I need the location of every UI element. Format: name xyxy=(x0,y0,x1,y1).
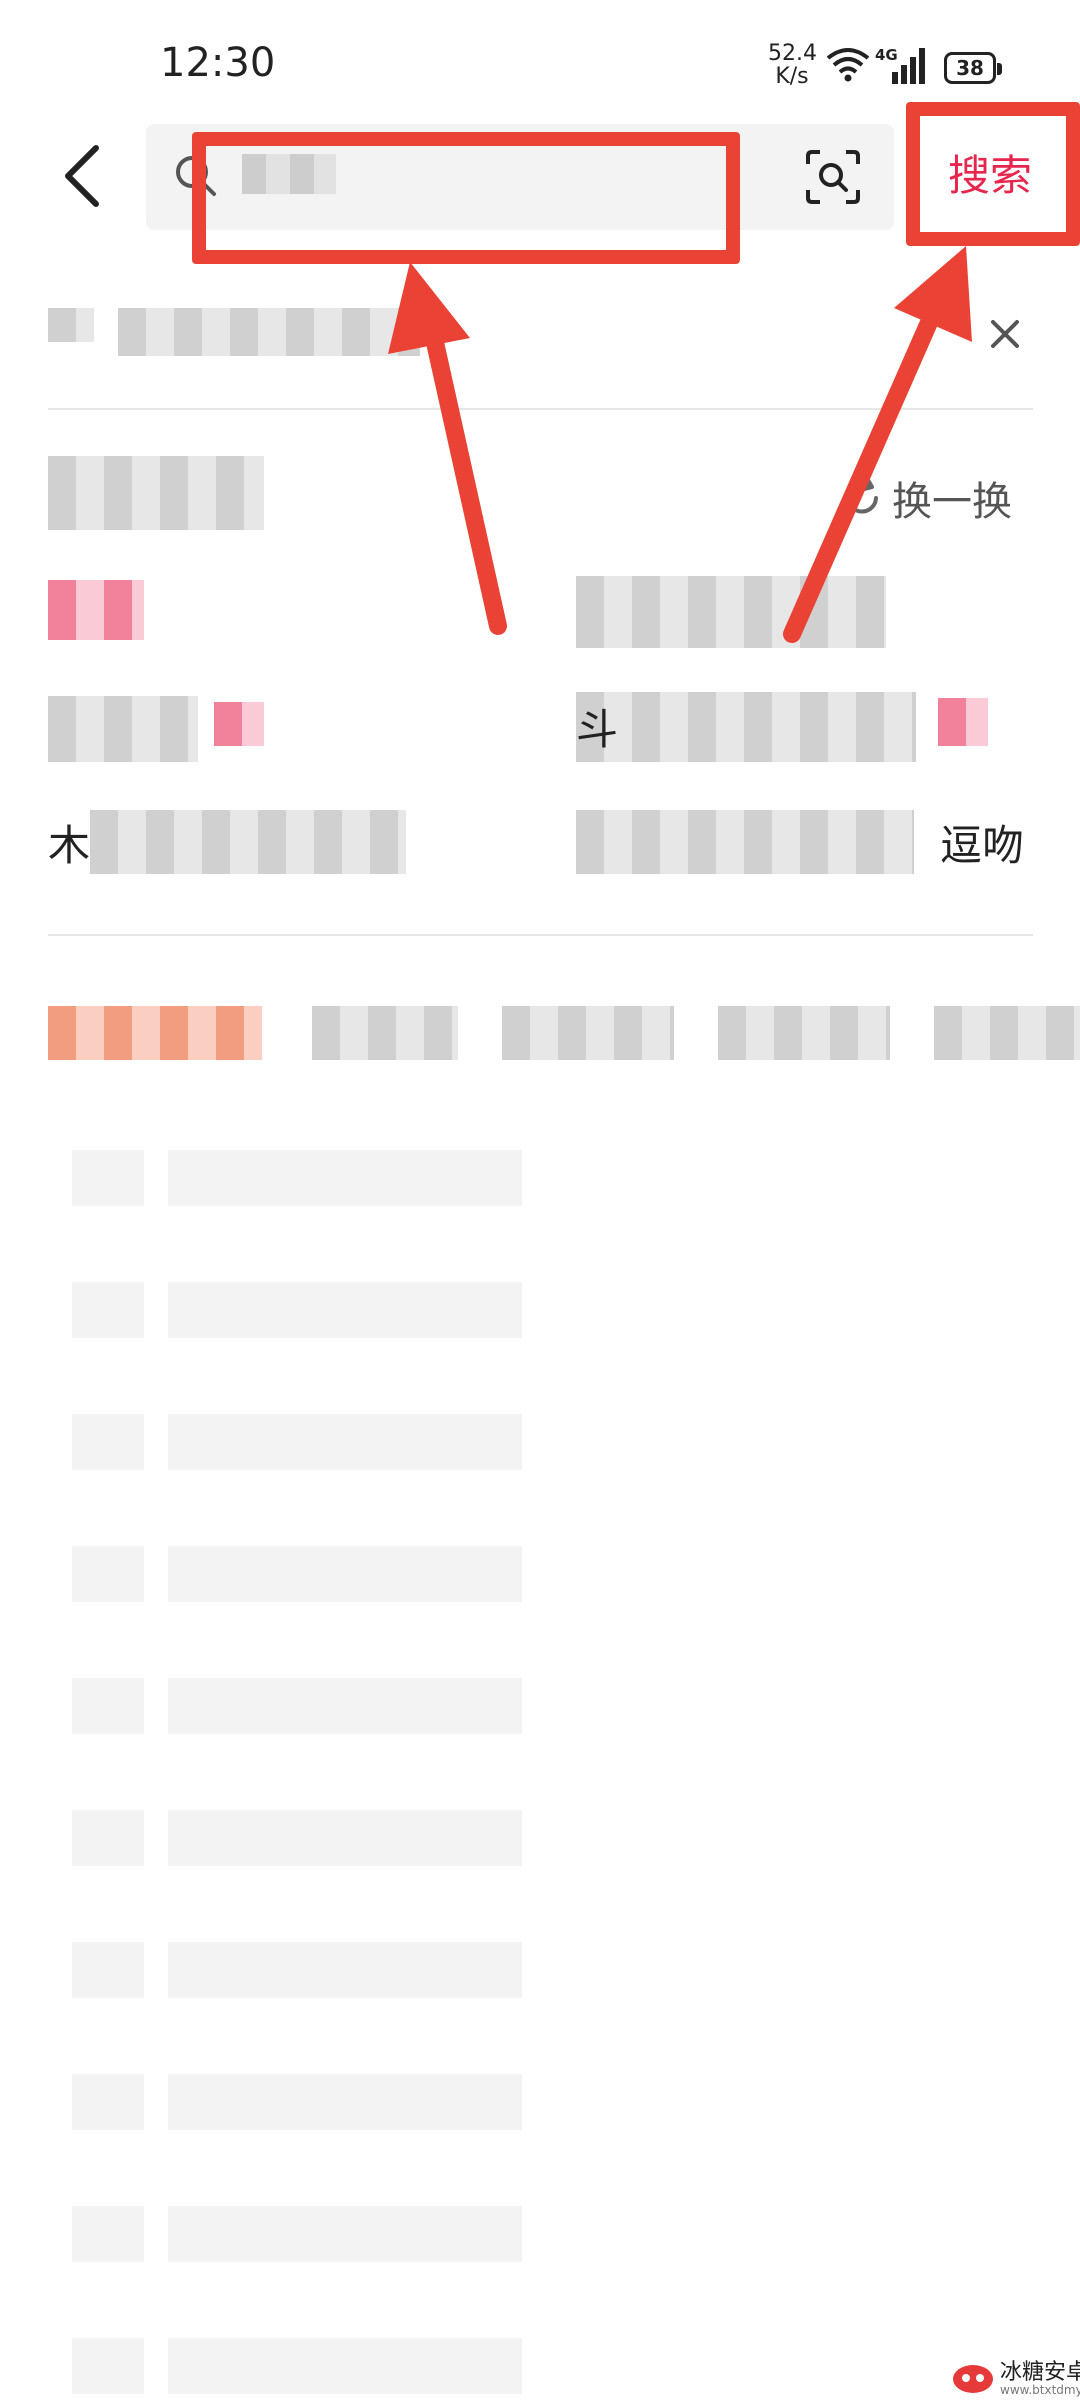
skeleton-bar xyxy=(168,1942,522,1998)
suggestion-redacted[interactable] xyxy=(576,692,916,762)
skeleton-rank xyxy=(72,1546,144,1602)
annotation-arrows xyxy=(388,246,972,643)
suggestion-badge-redacted xyxy=(214,702,264,746)
skeleton-bar xyxy=(168,1546,522,1602)
skeleton-row xyxy=(72,1282,522,1338)
skeleton-bar xyxy=(168,2074,522,2130)
skeleton-row xyxy=(72,1546,522,1602)
suggestion-item[interactable]: 逗吻 xyxy=(940,812,1024,882)
skeleton-rank xyxy=(72,2338,144,2394)
skeleton-bar xyxy=(168,1810,522,1866)
suggestion-redacted[interactable] xyxy=(48,696,198,762)
category-tab-redacted[interactable] xyxy=(934,1006,1080,1060)
suggestion-item[interactable]: 斗 xyxy=(576,696,618,766)
divider xyxy=(48,934,1033,936)
skeleton-row xyxy=(72,1150,522,1206)
skeleton-bar xyxy=(168,1150,522,1206)
skeleton-row xyxy=(72,1414,522,1470)
skeleton-rank xyxy=(72,1810,144,1866)
watermark-url: www.btxtdmy.com xyxy=(1000,2383,1080,2397)
skeleton-rank xyxy=(72,1678,144,1734)
category-tab-redacted[interactable] xyxy=(502,1006,674,1060)
skeleton-rank xyxy=(72,2206,144,2262)
skeleton-bar xyxy=(168,2338,522,2394)
category-tab-redacted[interactable] xyxy=(48,1006,262,1060)
suggestion-redacted xyxy=(90,810,406,874)
skeleton-bar xyxy=(168,2206,522,2262)
skeleton-bar xyxy=(168,1282,522,1338)
suggestion-item[interactable]: 木 xyxy=(48,812,90,882)
category-tab-redacted[interactable] xyxy=(718,1006,890,1060)
arrow-line-to-button xyxy=(783,293,947,643)
skeleton-rank xyxy=(72,1150,144,1206)
suggestion-badge-redacted xyxy=(938,698,988,746)
watermark-title: 冰糖安卓网 xyxy=(1000,2360,1080,2385)
skeleton-bar xyxy=(168,1414,522,1470)
suggestion-redacted[interactable] xyxy=(576,810,914,874)
skeleton-rank xyxy=(72,1414,144,1470)
watermark: 冰糖安卓网 www.btxtdmy.com xyxy=(952,2362,1080,2396)
skeleton-row xyxy=(72,2074,522,2130)
skeleton-rank xyxy=(72,1282,144,1338)
category-tab-redacted[interactable] xyxy=(312,1006,458,1060)
arrow-head-to-input xyxy=(388,262,470,354)
arrow-line-to-input xyxy=(421,311,507,635)
skeleton-row xyxy=(72,1942,522,1998)
skeleton-row xyxy=(72,1810,522,1866)
skeleton-row xyxy=(72,2338,522,2394)
skeleton-rank xyxy=(72,2074,144,2130)
skeleton-row xyxy=(72,2206,522,2262)
skeleton-bar xyxy=(168,1678,522,1734)
watermark-logo-icon xyxy=(953,2365,993,2393)
skeleton-row xyxy=(72,1678,522,1734)
skeleton-rank xyxy=(72,1942,144,1998)
